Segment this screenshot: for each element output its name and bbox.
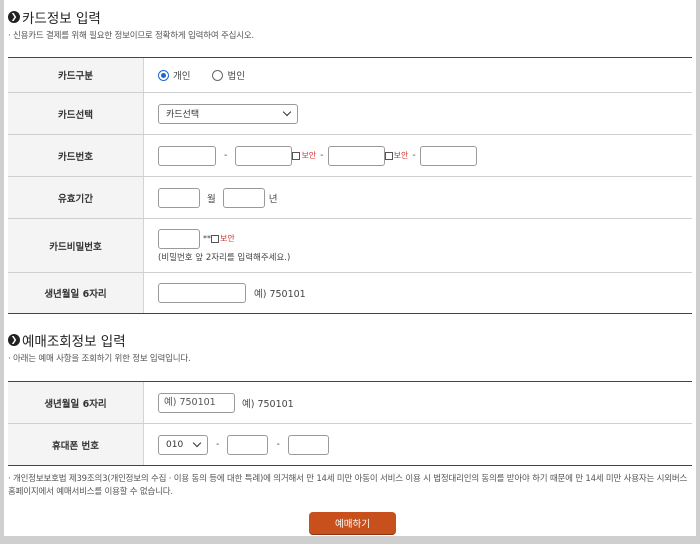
card-number-secure-1[interactable]: 보안	[292, 150, 316, 161]
card-select-value: 카드선택	[166, 110, 200, 120]
card-password-input[interactable]	[158, 228, 200, 249]
card-number-label: 카드번호	[8, 135, 144, 176]
month-unit: 월	[207, 193, 216, 205]
reservation-section-title-text: 예매조회정보 입력	[22, 334, 126, 350]
phone-prefix-value: 010	[166, 439, 184, 450]
reservation-section-title: ❯ 예매조회정보 입력	[8, 330, 126, 350]
year-unit: 년	[268, 193, 278, 205]
birth-input[interactable]	[158, 283, 246, 303]
card-type-corporate-label: 법인	[227, 71, 245, 82]
checkbox-icon	[211, 234, 219, 243]
expiry-month-input[interactable]	[158, 187, 200, 208]
dash: -	[224, 150, 228, 161]
reservation-birth-row: 생년월일 6자리 예) 750101 예) 750101	[8, 382, 692, 424]
card-number-input-2[interactable]	[235, 145, 293, 166]
birth-label: 생년월일 6자리	[8, 273, 144, 313]
birth-example: 예) 750101	[254, 289, 306, 300]
card-type-personal-radio[interactable]: 개인	[158, 68, 190, 82]
chevron-down-icon	[282, 107, 292, 116]
dash: -	[412, 150, 416, 161]
card-section-title-text: 카드정보 입력	[22, 11, 101, 27]
chevron-right-icon: ❯	[8, 11, 20, 23]
secure-label: 보안	[220, 234, 235, 243]
phone-mid-input[interactable]	[227, 434, 269, 455]
card-type-row: 카드구분 개인 법인	[8, 58, 692, 93]
password-secure[interactable]: 보안	[211, 233, 235, 244]
card-info-table: 카드구분 개인 법인 카드선택 카드선택 카드번호 - 보안 - 보안 - 유효…	[8, 57, 692, 314]
secure-label: 보안	[301, 151, 317, 160]
reservation-birth-input[interactable]: 예) 750101	[158, 392, 235, 413]
checkbox-icon	[292, 151, 301, 160]
radio-selected-icon	[158, 69, 169, 81]
page: ❯ 카드정보 입력 · 신용카드 결제를 위해 필요한 정보이므로 정확하게 입…	[4, 0, 696, 536]
reserve-button[interactable]: 예매하기	[309, 512, 396, 534]
card-type-corporate-radio[interactable]: 법인	[212, 68, 245, 82]
birth-row: 생년월일 6자리 예) 750101	[8, 273, 692, 314]
phone-prefix-select[interactable]: 010	[158, 434, 208, 455]
card-section-desc: · 신용카드 결제를 위해 필요한 정보이므로 정확하게 입력하여 주십시오.	[8, 31, 255, 41]
card-select-label: 카드선택	[8, 93, 144, 134]
dash: -	[320, 150, 324, 161]
privacy-notice: · 개인정보보호법 제39조의3(개인정보의 수집 · 이용 동의 등에 대한 …	[8, 474, 688, 497]
card-type-personal-label: 개인	[173, 71, 191, 82]
card-number-input-4[interactable]	[419, 145, 477, 166]
card-select-dropdown[interactable]: 카드선택	[158, 103, 298, 124]
radio-empty-icon	[212, 69, 224, 81]
card-number-secure-2[interactable]: 보안	[384, 150, 409, 161]
dash: -	[276, 439, 280, 450]
expiry-label: 유효기간	[8, 177, 144, 218]
phone-label: 휴대폰 번호	[8, 424, 144, 465]
reservation-birth-example: 예) 750101	[242, 398, 294, 410]
expiry-row: 유효기간 월 년	[8, 177, 692, 219]
chevron-right-icon: ❯	[8, 334, 20, 346]
chevron-down-icon	[192, 438, 202, 447]
reservation-table: 생년월일 6자리 예) 750101 예) 750101 휴대폰 번호 010 …	[8, 381, 692, 466]
dash: -	[216, 439, 220, 450]
card-number-input-1[interactable]	[158, 145, 216, 166]
phone-row: 휴대폰 번호 010 - -	[8, 424, 692, 466]
secure-label: 보안	[393, 151, 409, 160]
reservation-section-desc: · 아래는 예매 사항을 조회하기 위한 정보 입력입니다.	[8, 354, 191, 364]
reservation-birth-label: 생년월일 6자리	[8, 382, 144, 423]
card-type-label: 카드구분	[8, 58, 144, 92]
password-hint: (비밀번호 앞 2자리를 입력해주세요.)	[158, 252, 291, 263]
phone-last-input[interactable]	[287, 434, 329, 455]
card-number-row: 카드번호 - 보안 - 보안 -	[8, 135, 692, 177]
password-label: 카드비밀번호	[8, 219, 144, 272]
password-mask: **	[203, 234, 211, 243]
card-number-input-3[interactable]	[327, 145, 385, 166]
checkbox-icon	[384, 151, 393, 160]
card-section-title: ❯ 카드정보 입력	[8, 7, 101, 27]
expiry-year-input[interactable]	[222, 187, 265, 208]
card-select-row: 카드선택 카드선택	[8, 93, 692, 135]
password-row: 카드비밀번호 ** 보안 (비밀번호 앞 2자리를 입력해주세요.)	[8, 219, 692, 273]
